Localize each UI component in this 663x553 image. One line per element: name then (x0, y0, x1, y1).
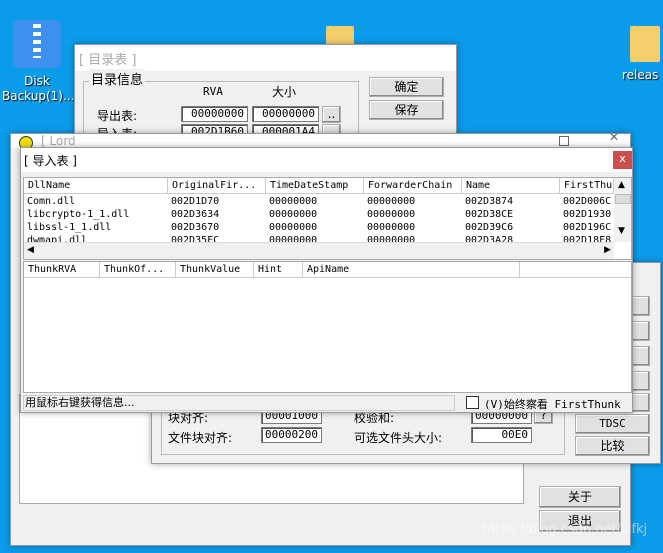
export-rva-field[interactable]: 00000000 (181, 106, 248, 122)
dll-cell: 00000000 (367, 196, 416, 207)
dll-row[interactable]: libcrypto-1_1.dll 002D3634 00000000 0000000… (24, 208, 614, 221)
title-bar: [ 目录表 ] (75, 45, 456, 71)
scroll-right-icon[interactable]: ▶ (604, 245, 611, 255)
window-title: [ 目录表 ] (79, 53, 137, 68)
icon-label: releas (622, 68, 659, 82)
close-button[interactable]: x (613, 151, 632, 169)
dll-cell: 002D3670 (171, 222, 220, 233)
column-header[interactable]: FirstThu (560, 178, 614, 193)
scroll-thumb[interactable] (615, 194, 631, 204)
dll-cell: 002D196C (563, 222, 612, 233)
scroll-down-icon[interactable]: ▼ (618, 226, 625, 236)
scroll-left-icon[interactable]: ◀ (27, 245, 34, 255)
vertical-scrollbar[interactable]: ▲ ▼ (614, 178, 631, 242)
close-icon[interactable]: ✕ (609, 130, 619, 144)
window-title: [ 导入表 ] (24, 154, 77, 168)
dll-cell: Comn.dll (27, 196, 76, 207)
icon-label: Disk Backup(1)... (2, 74, 75, 103)
dll-cell: 00000000 (367, 222, 416, 233)
dll-cell: 00000000 (367, 209, 416, 220)
always-firstthunk-checkbox[interactable] (466, 396, 479, 409)
window-title: [ Lord (41, 134, 76, 148)
size-header: 大小 (272, 85, 297, 99)
about-button[interactable]: 关于 (539, 486, 621, 508)
column-header[interactable]: Hint (254, 262, 303, 277)
import-table-window: [ 导入表 ] x DllName OriginalFir... TimeDat… (20, 147, 633, 413)
save-button[interactable]: 保存 (369, 100, 444, 120)
dll-list[interactable]: DllName OriginalFir... TimeDateStamp For… (23, 177, 632, 260)
dll-cell: 002D006C (563, 196, 612, 207)
file-align-label: 文件块对齐: (168, 431, 233, 445)
dll-cell: 00000000 (269, 196, 318, 207)
dll-list-header: DllName OriginalFir... TimeDateStamp For… (24, 178, 614, 194)
scroll-up-icon[interactable]: ▲ (618, 180, 625, 190)
dll-cell: libssl-1_1.dll (27, 222, 112, 233)
dll-cell: 002D1D70 (171, 196, 220, 207)
group-label: 目录信息 (89, 69, 146, 88)
thunk-list-header: ThunkRVA ThunkOf... ThunkValue Hint ApiN… (24, 262, 631, 278)
folder-icon (326, 26, 354, 46)
column-header[interactable]: Name (462, 178, 560, 193)
opt-header-size-label: 可选文件头大小: (354, 431, 443, 445)
desktop-icon-release[interactable]: releas (622, 26, 663, 83)
column-header[interactable]: ApiName (303, 262, 520, 277)
export-label: 导出表: (97, 109, 138, 123)
file-align-field[interactable]: 00000200 (261, 427, 322, 443)
rva-header: RVA (203, 85, 223, 98)
dll-cell: 002D3634 (171, 209, 220, 220)
dll-cell: 00000000 (269, 222, 318, 233)
dll-row[interactable]: Comn.dll 002D1D70 00000000 00000000 002D3874… (24, 195, 614, 208)
column-header[interactable]: TimeDateStamp (266, 178, 364, 193)
column-header[interactable]: OriginalFir... (168, 178, 266, 193)
column-header[interactable]: DllName (24, 178, 168, 193)
export-size-field[interactable]: 00000000 (252, 106, 319, 122)
dll-cell: 002D1930 (563, 209, 612, 220)
checkbox-label[interactable]: (V)始终察看 FirstThunk (484, 396, 621, 412)
horizontal-scrollbar[interactable]: ◀ ▶ (24, 242, 614, 259)
title-bar: [ 导入表 ] x (21, 148, 632, 172)
dll-row[interactable]: libssl-1_1.dll 002D3670 00000000 00000000 00… (24, 221, 614, 234)
dll-cell: 00000000 (269, 209, 318, 220)
column-header[interactable]: ThunkValue (176, 262, 254, 277)
folder-icon (630, 26, 660, 62)
tdsc-button[interactable]: TDSC (575, 414, 650, 434)
zip-icon (13, 20, 61, 68)
maximize-icon[interactable] (559, 136, 569, 146)
column-header[interactable]: ThunkRVA (24, 262, 100, 277)
dll-cell: 002D39C6 (465, 222, 514, 233)
column-header[interactable]: ForwarderChain (364, 178, 462, 193)
desktop-icon-disk-backup[interactable]: Disk Backup(1)... (2, 20, 75, 104)
dll-cell: libcrypto-1_1.dll (27, 209, 130, 220)
dll-cell: 002D38CE (465, 209, 514, 220)
ok-button[interactable]: 确定 (369, 77, 444, 97)
thunk-list[interactable]: ThunkRVA ThunkOf... ThunkValue Hint ApiN… (23, 261, 632, 393)
title-bar: [ Lord ✕ (11, 130, 630, 150)
compare-button[interactable]: 比较 (575, 436, 650, 456)
column-header[interactable]: ThunkOf... (100, 262, 176, 277)
opt-header-size-field[interactable]: 00E0 (471, 427, 532, 443)
export-detail-button[interactable]: .. (322, 106, 341, 123)
watermark: https://blog.csdn.net/slfkj (482, 522, 648, 537)
status-text: 用鼠标右键获得信息... (23, 395, 455, 411)
dll-cell: 002D3874 (465, 196, 514, 207)
